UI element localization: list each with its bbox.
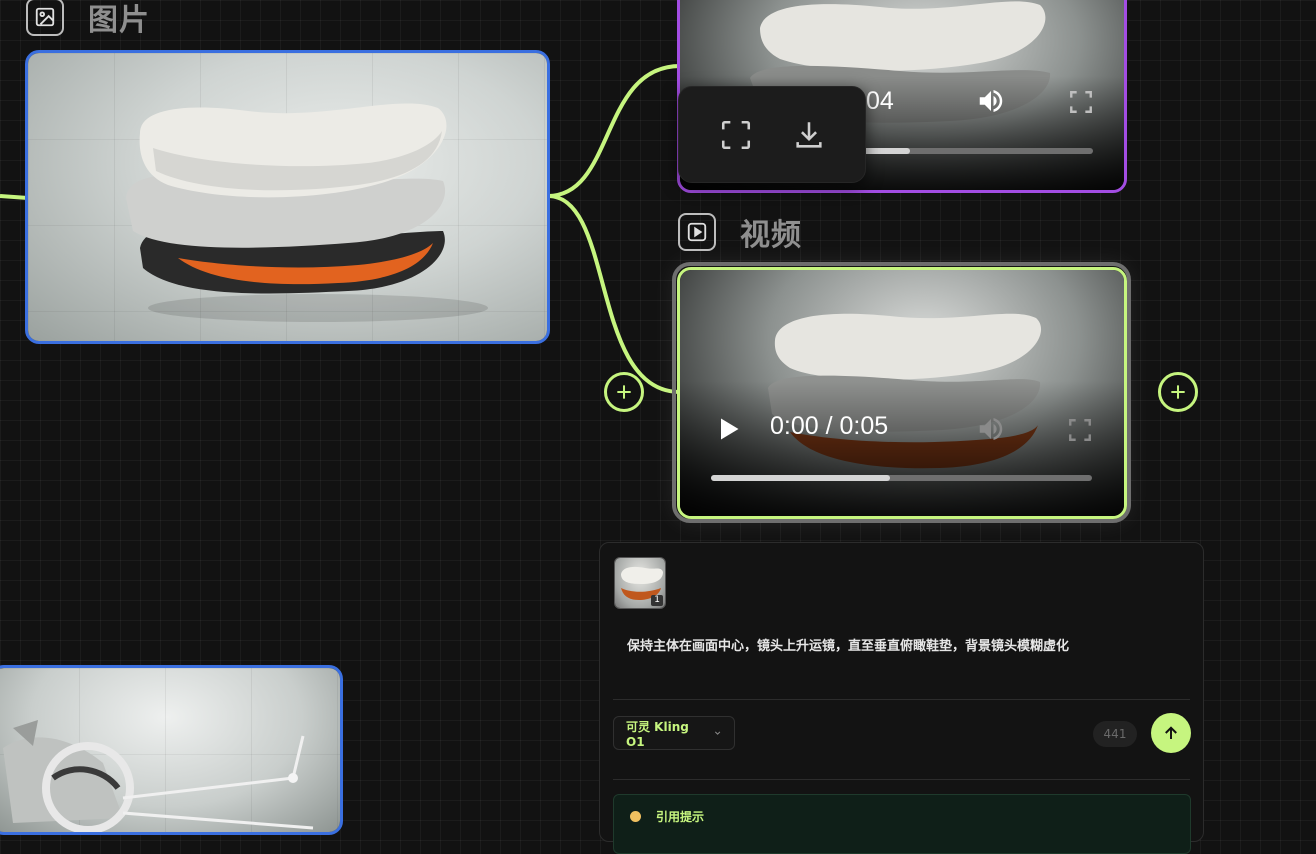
video-node-header: 视频 — [678, 210, 802, 254]
prompt-text[interactable]: 保持主体在画面中心，镜头上升运镜，直至垂直俯瞰鞋垫，背景镜头模糊虚化 — [627, 635, 1069, 654]
main-video-time: 0:00 / 0:05 — [770, 412, 889, 440]
second-image-frame[interactable] — [0, 665, 343, 835]
model-selector[interactable]: 可灵 Kling O1 — [613, 716, 735, 750]
video-node-title: 视频 — [740, 218, 802, 253]
reference-thumbnail[interactable]: 1 — [614, 557, 666, 609]
credit-count: 441 — [1093, 721, 1137, 747]
reference-hint-box: 引用提示 — [613, 794, 1191, 854]
image-node-header: 图片 — [26, 0, 150, 39]
thumbnail-badge: 1 — [651, 595, 663, 606]
top-video-time: 04 — [866, 87, 894, 115]
top-volume-icon[interactable] — [974, 86, 1008, 116]
chevron-down-icon — [714, 731, 721, 735]
play-icon[interactable] — [714, 414, 742, 444]
plus-icon — [617, 385, 631, 399]
send-button[interactable] — [1151, 713, 1191, 753]
volume-icon[interactable] — [974, 414, 1008, 444]
top-fullscreen-icon[interactable] — [1068, 89, 1094, 115]
model-label: 可灵 Kling O1 — [626, 719, 689, 749]
panel-divider — [613, 699, 1190, 700]
hint-bulb-icon — [630, 811, 641, 822]
media-popup-toolbar — [678, 86, 866, 183]
fullscreen-icon[interactable] — [719, 118, 753, 152]
main-video-progress[interactable] — [711, 475, 1092, 481]
image-icon — [26, 0, 64, 36]
download-icon[interactable] — [792, 118, 826, 152]
panel-divider-2 — [613, 779, 1190, 780]
image-node-title: 图片 — [88, 3, 150, 38]
plus-icon — [1171, 385, 1185, 399]
add-output-button[interactable] — [1158, 372, 1198, 412]
main-fullscreen-icon[interactable] — [1067, 417, 1093, 443]
arrow-up-icon — [1165, 726, 1177, 739]
insole-image — [126, 103, 488, 322]
shoe-sculpture-image — [3, 720, 314, 832]
main-video-frame[interactable]: 0:00 / 0:05 — [677, 267, 1127, 519]
main-video-progress-fill — [711, 475, 891, 481]
prompt-panel: 1 保持主体在画面中心，镜头上升运镜，直至垂直俯瞰鞋垫，背景镜头模糊虚化 可灵 … — [599, 542, 1204, 854]
play-square-icon — [678, 213, 716, 251]
hint-title: 引用提示 — [656, 810, 705, 824]
add-input-button[interactable] — [604, 372, 644, 412]
image-node-frame[interactable] — [25, 50, 550, 344]
